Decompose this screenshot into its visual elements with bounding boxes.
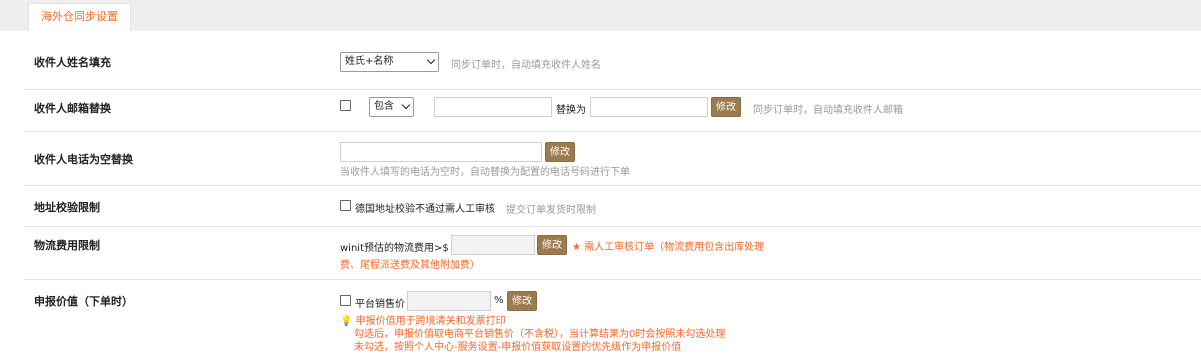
select-value: 姓氏+名称 bbox=[345, 56, 394, 67]
tab-bar: 海外仓同步设置 bbox=[0, 0, 1201, 31]
fee-note-line2: 费、尾程派送费及其他附加费） bbox=[340, 260, 480, 271]
setting-row-declared-value: 申报价值（下单时） 平台销售价 % 修改 💡 申报价值用于跨境清关和发票打印 勾… bbox=[24, 280, 1201, 361]
select-value: 包含 bbox=[374, 101, 394, 112]
setting-row-email-replace: 收件人邮箱替换 包含 替换为 修改 同步订单时，自动填充收件人邮箱 bbox=[24, 90, 1201, 132]
setting-label: 申报价值（下单时） bbox=[34, 295, 133, 308]
phone-replace-input[interactable] bbox=[340, 142, 542, 162]
email-match-input[interactable] bbox=[434, 97, 552, 117]
setting-hint: 同步订单时，自动填充收件人邮箱 bbox=[753, 105, 903, 116]
email-replace-input[interactable] bbox=[590, 97, 708, 117]
tab-overseas-sync-settings[interactable]: 海外仓同步设置 bbox=[28, 3, 131, 31]
fee-note-line1: ★ 需人工审核订单（物流费用包含出库处理 bbox=[572, 242, 765, 253]
fee-modify-button[interactable]: 修改 bbox=[537, 235, 567, 255]
lightbulb-icon: 💡 bbox=[340, 316, 353, 327]
setting-hint: 当收件人填写的电话为空时，自动替换为配置的电话号码进行下单 bbox=[340, 167, 630, 178]
setting-label: 收件人姓名填充 bbox=[34, 56, 111, 69]
chevron-down-icon bbox=[401, 100, 411, 110]
setting-row-name-fill: 收件人姓名填充 姓氏+名称 同步订单时，自动填充收件人姓名 bbox=[24, 31, 1201, 90]
address-check-checkbox[interactable] bbox=[340, 200, 351, 211]
setting-label: 物流费用限制 bbox=[34, 239, 100, 252]
setting-label: 收件人邮箱替换 bbox=[34, 102, 111, 115]
setting-row-address-check: 地址校验限制 德国地址校验不通过需人工审核 提交订单发货时限制 bbox=[24, 186, 1201, 227]
email-replace-checkbox[interactable] bbox=[340, 100, 351, 111]
match-mode-select[interactable]: 包含 bbox=[369, 97, 414, 117]
email-modify-button[interactable]: 修改 bbox=[711, 97, 741, 117]
percent-sign: % bbox=[494, 295, 504, 306]
declared-note-line3: 未勾选，按照个人中心-服务设置-申报价值获取设置的优先级作为申报价值 bbox=[354, 342, 682, 353]
replace-label: 替换为 bbox=[556, 105, 586, 116]
setting-hint: 同步订单时，自动填充收件人姓名 bbox=[451, 60, 601, 71]
platform-price-checkbox[interactable] bbox=[340, 295, 351, 306]
checkbox-label: 德国地址校验不通过需人工审核 bbox=[355, 204, 495, 215]
fee-prefix-label: winit预估的物流费用>$ bbox=[340, 243, 449, 254]
declared-percent-input[interactable] bbox=[407, 291, 491, 311]
setting-row-logistics-fee: 物流费用限制 winit预估的物流费用>$ 修改 ★ 需人工审核订单（物流费用包… bbox=[24, 227, 1201, 280]
phone-modify-button[interactable]: 修改 bbox=[545, 142, 575, 162]
checkbox-label: 平台销售价 bbox=[355, 299, 405, 310]
setting-row-phone-replace: 收件人电话为空替换 修改 当收件人填写的电话为空时，自动替换为配置的电话号码进行… bbox=[24, 132, 1201, 186]
setting-label: 地址校验限制 bbox=[34, 201, 100, 214]
name-format-select[interactable]: 姓氏+名称 bbox=[340, 52, 439, 72]
chevron-down-icon bbox=[426, 55, 436, 65]
declared-modify-button[interactable]: 修改 bbox=[507, 291, 537, 311]
star-icon: ★ bbox=[572, 242, 581, 253]
setting-hint: 提交订单发货时限制 bbox=[506, 205, 596, 216]
fee-threshold-input[interactable] bbox=[451, 235, 535, 255]
setting-label: 收件人电话为空替换 bbox=[34, 153, 133, 166]
